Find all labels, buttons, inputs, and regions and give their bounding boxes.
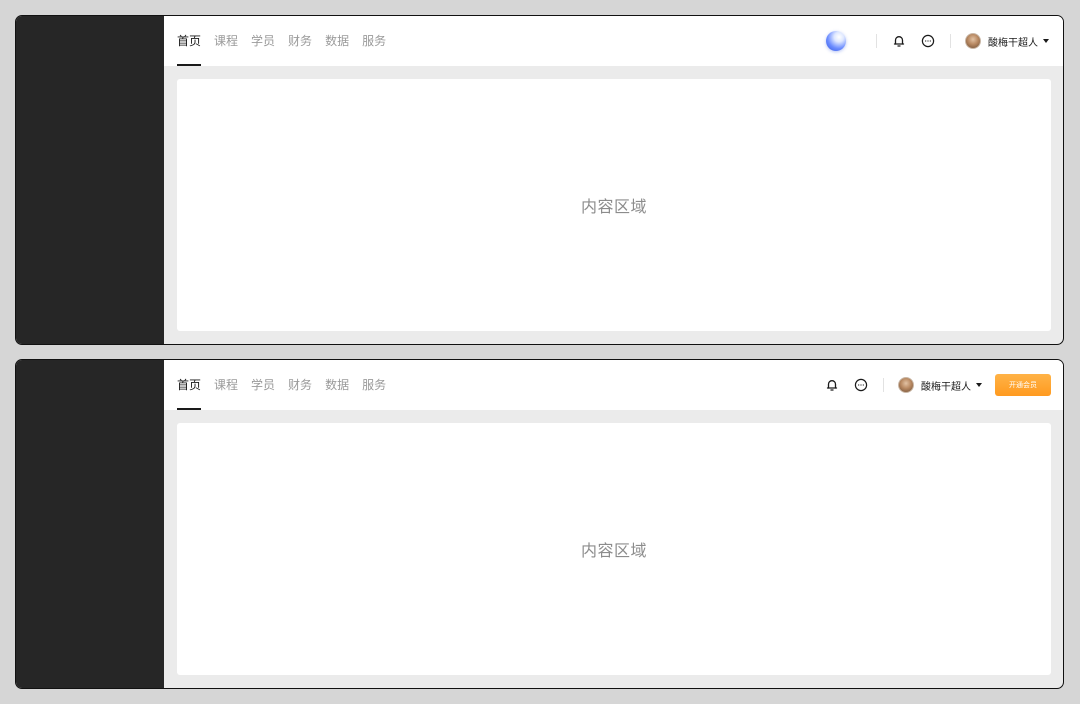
main-nav: 首页 课程 学员 财务 数据 服务 xyxy=(177,360,399,410)
user-menu[interactable]: 酸梅干超人 xyxy=(965,33,1049,49)
nav-item-finance[interactable]: 财务 xyxy=(288,16,312,66)
nav-item-finance[interactable]: 财务 xyxy=(288,360,312,410)
nav-item-students[interactable]: 学员 xyxy=(251,16,275,66)
bell-icon[interactable] xyxy=(891,33,907,49)
message-icon[interactable] xyxy=(853,377,869,393)
nav-item-data[interactable]: 数据 xyxy=(325,16,349,66)
layout-frame-1: 首页 课程 学员 财务 数据 服务 酸梅干超人 内容区域 xyxy=(15,15,1064,345)
header-actions: 酸梅干超人 xyxy=(826,16,1049,66)
top-bar: 首页 课程 学员 财务 数据 服务 xyxy=(164,360,1063,410)
open-membership-button[interactable]: 开通会员 xyxy=(995,374,1051,396)
nav-item-courses[interactable]: 课程 xyxy=(214,16,238,66)
message-icon[interactable] xyxy=(920,33,936,49)
content-area: 内容区域 xyxy=(177,79,1051,331)
nav-item-home[interactable]: 首页 xyxy=(177,360,202,410)
nav-item-services[interactable]: 服务 xyxy=(362,16,386,66)
divider xyxy=(950,34,951,48)
layout-frame-2: 首页 课程 学员 财务 数据 服务 酸梅干超人 开通会员 内容区域 xyxy=(15,359,1064,689)
assistant-orb-icon[interactable] xyxy=(826,31,846,51)
user-name: 酸梅干超人 xyxy=(988,37,1038,49)
nav-item-home[interactable]: 首页 xyxy=(177,16,202,66)
header-actions: 酸梅干超人 开通会员 xyxy=(824,360,1051,410)
divider xyxy=(883,378,884,392)
bell-icon[interactable] xyxy=(824,377,840,393)
nav-item-students[interactable]: 学员 xyxy=(251,360,275,410)
sidebar xyxy=(16,360,164,688)
nav-item-data[interactable]: 数据 xyxy=(325,360,349,410)
content-placeholder: 内容区域 xyxy=(580,541,647,560)
divider xyxy=(876,34,877,48)
nav-item-courses[interactable]: 课程 xyxy=(214,360,238,410)
content-area: 内容区域 xyxy=(177,423,1051,675)
chevron-down-icon xyxy=(976,383,982,387)
top-bar: 首页 课程 学员 财务 数据 服务 xyxy=(164,16,1063,66)
content-placeholder: 内容区域 xyxy=(580,197,647,216)
main-nav: 首页 课程 学员 财务 数据 服务 xyxy=(177,16,399,66)
user-menu[interactable]: 酸梅干超人 xyxy=(898,377,982,393)
nav-item-services[interactable]: 服务 xyxy=(362,360,386,410)
avatar xyxy=(898,377,914,393)
sidebar xyxy=(16,16,164,344)
chevron-down-icon xyxy=(1043,39,1049,43)
user-name: 酸梅干超人 xyxy=(921,381,971,393)
avatar xyxy=(965,33,981,49)
